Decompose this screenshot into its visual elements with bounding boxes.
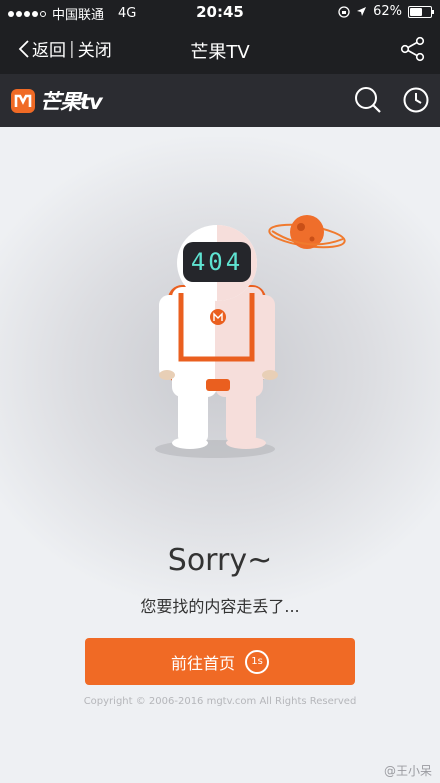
error-message: 您要找的内容走丢了... [140,597,300,616]
history-clock-icon[interactable] [402,86,430,114]
mgtv-logo-icon [11,89,35,113]
site-header: 芒果tv [0,74,440,127]
countdown-badge: 1s [245,649,269,674]
astronaut-illustration [155,215,346,458]
logo-text: 芒果tv [40,90,103,114]
planet-icon [268,215,346,249]
page-title: 芒果TV [190,42,250,63]
error-code-display: 404 [190,248,244,276]
battery-percent: 62% [373,4,402,19]
header-icons [354,86,430,114]
status-bar: 中国联通 4G 20:45 62% [0,0,440,24]
error-title: Sorry~ [167,543,273,578]
go-home-button[interactable]: 前往首页 1s [85,638,355,685]
battery-icon [408,5,434,18]
copyright-text: Copyright © 2006-2016 mgtv.com All Right… [83,696,357,707]
go-home-label: 前往首页 [170,653,235,673]
main-content: 404 Sorry~ 您要找的内容走丢了... 前往首页 1s Copyrigh… [0,127,440,783]
rotation-lock-icon [338,5,350,18]
share-icon [400,36,425,62]
status-right: 62% [338,4,434,19]
nav-bar: 返回 | 关闭 芒果TV [0,24,440,74]
location-arrow-icon [357,7,367,16]
watermark-text: @王小呆 [383,764,432,778]
battery-fill [410,7,423,16]
mgtv-logo[interactable]: 芒果tv [10,86,103,116]
search-icon[interactable] [354,86,382,114]
share-button[interactable] [400,36,426,66]
